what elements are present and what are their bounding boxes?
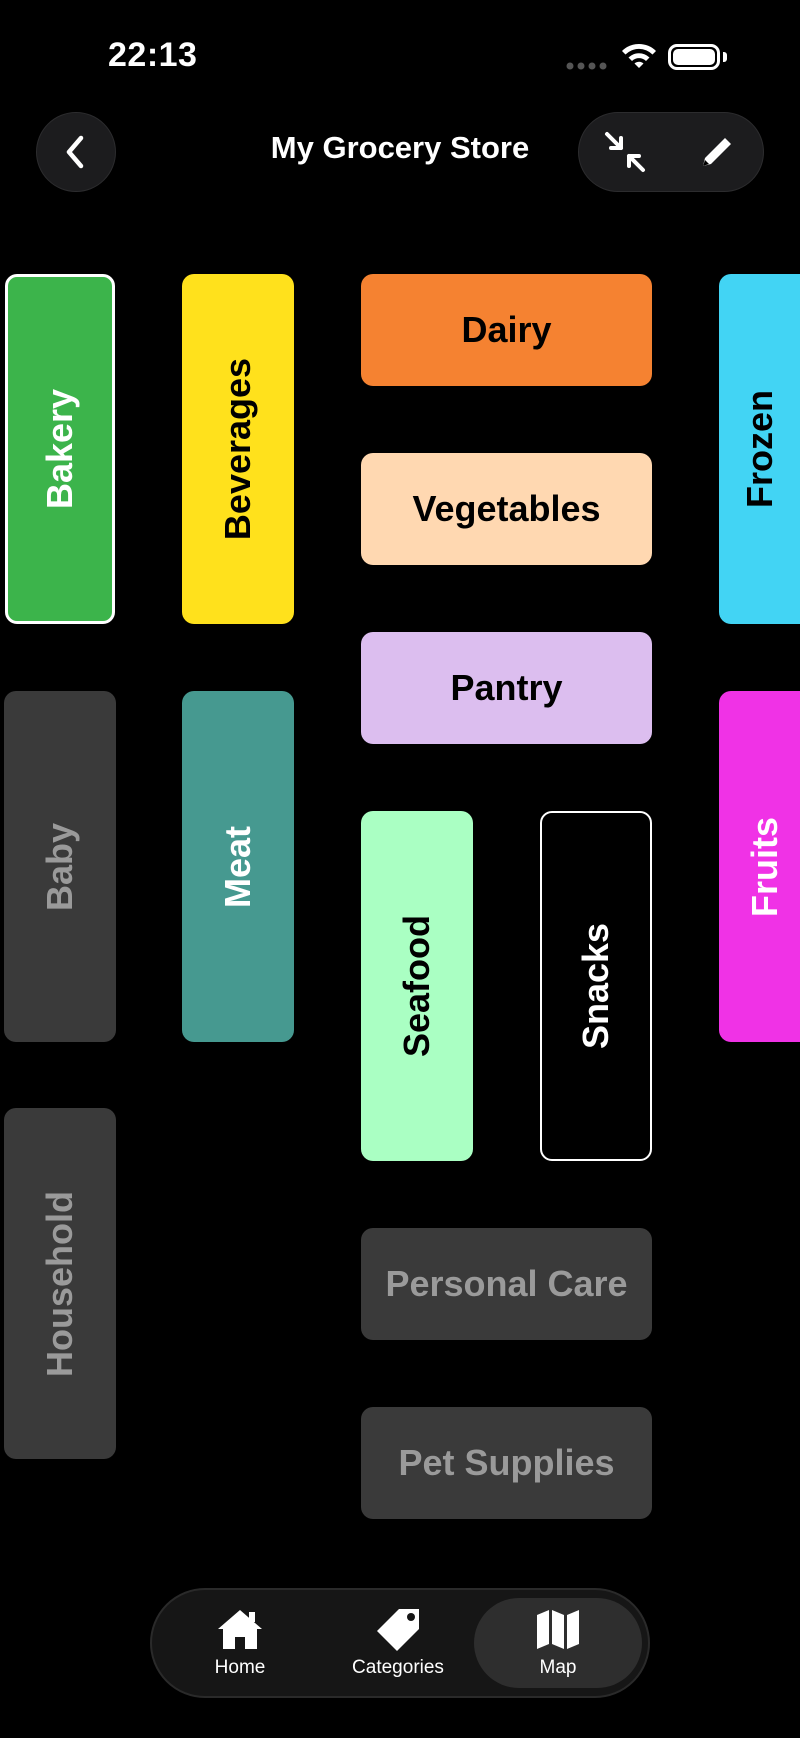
header-actions (578, 112, 764, 192)
tab-categories[interactable]: Categories (318, 1598, 478, 1688)
aisle-bakery[interactable]: Bakery (5, 274, 115, 624)
aisle-label: Vegetables (412, 488, 601, 529)
tab-map[interactable]: Map (474, 1598, 642, 1688)
cellular-signal-icon (566, 62, 607, 70)
aisle-pet-supplies[interactable]: Pet Supplies (361, 1407, 652, 1519)
aisle-label: Dairy (461, 309, 552, 350)
battery-icon (668, 44, 720, 70)
tab-map-label: Map (539, 1657, 577, 1678)
aisle-baby[interactable]: Baby (4, 691, 116, 1042)
aisle-household[interactable]: Household (4, 1108, 116, 1459)
page-title: My Grocery Store (270, 130, 530, 165)
collapse-button[interactable] (590, 117, 660, 187)
tab-categories-label: Categories (352, 1657, 444, 1678)
aisle-label: Pet Supplies (398, 1442, 615, 1483)
status-time: 22:13 (108, 36, 198, 74)
pencil-icon (703, 138, 731, 166)
battery-tip (723, 52, 727, 62)
aisle-meat[interactable]: Meat (182, 691, 294, 1042)
aisle-dairy[interactable]: Dairy (361, 274, 652, 386)
aisle-seafood[interactable]: Seafood (361, 811, 473, 1161)
aisle-label: Pantry (450, 667, 563, 708)
aisle-frozen[interactable]: Frozen (719, 274, 800, 624)
tab-bar: Home Categories Map (150, 1588, 650, 1698)
aisle-personal-care[interactable]: Personal Care (361, 1228, 652, 1340)
map-icon (537, 1610, 579, 1649)
aisle-label: Seafood (396, 914, 438, 1058)
chevron-left-icon (66, 135, 84, 169)
aisle-label: Frozen (739, 389, 781, 509)
aisle-label: Meat (217, 825, 258, 908)
aisle-snacks[interactable]: Snacks (540, 811, 652, 1161)
aisle-label: Baby (39, 822, 80, 911)
tab-home-label: Home (214, 1657, 266, 1678)
collapse-arrows-icon (605, 132, 645, 172)
aisle-label: Household (39, 1190, 80, 1377)
aisle-label: Fruits (744, 816, 786, 917)
aisle-label: Beverages (217, 357, 259, 541)
edit-button[interactable] (682, 117, 752, 187)
aisle-label: Personal Care (385, 1263, 628, 1304)
house-icon (218, 1610, 262, 1649)
aisle-beverages[interactable]: Beverages (182, 274, 294, 624)
aisle-fruits[interactable]: Fruits (719, 691, 800, 1042)
back-button[interactable] (36, 112, 116, 192)
aisle-label: Snacks (575, 922, 616, 1050)
tab-home[interactable]: Home (160, 1598, 320, 1688)
aisle-pantry[interactable]: Pantry (361, 632, 652, 744)
tag-icon (377, 1609, 419, 1651)
aisle-vegetables[interactable]: Vegetables (361, 453, 652, 565)
wifi-icon (622, 43, 656, 68)
aisle-label: Bakery (39, 388, 80, 510)
